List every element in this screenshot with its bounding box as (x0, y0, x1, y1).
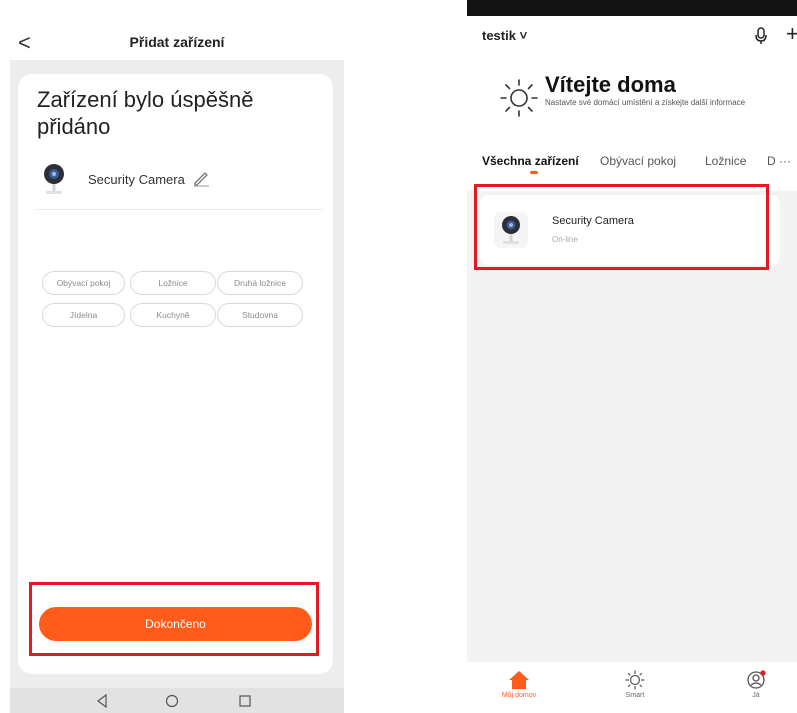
success-message: Zařízení bylo úspěšně přidáno (37, 87, 254, 139)
smart-icon (625, 670, 645, 690)
nav-label: Můj domov (501, 692, 537, 699)
bottom-navigation: Můj domov Smart Já (467, 662, 797, 713)
nav-recent-icon[interactable] (238, 694, 252, 708)
home-icon (509, 671, 529, 689)
sun-icon (500, 79, 538, 117)
profile-icon (747, 670, 766, 689)
plus-icon[interactable]: + (786, 23, 797, 45)
room-chip-living-room[interactable]: Obývací pokoj (42, 271, 125, 295)
room-chip-dining-room[interactable]: Jídelna (42, 303, 125, 327)
home-screen: testik ˅ + Vítejte doma Nastavte své dom… (467, 0, 797, 713)
nav-label: Smart (625, 692, 645, 699)
nav-back-icon[interactable] (95, 694, 109, 708)
camera-icon (44, 164, 64, 194)
nav-me[interactable]: Já (726, 670, 786, 699)
highlight-box (29, 582, 319, 656)
welcome-subtitle[interactable]: Nastavte své domácí umístění a získejte … (545, 98, 785, 108)
device-name: Security Camera (88, 172, 185, 187)
divider (36, 209, 322, 210)
tab-more[interactable]: D ··· (767, 154, 791, 168)
nav-home-icon[interactable] (165, 694, 179, 708)
room-chip-kitchen[interactable]: Kuchyně (130, 303, 216, 327)
status-bar (467, 0, 797, 16)
nav-smart[interactable]: Smart (605, 670, 665, 699)
active-tab-indicator (530, 171, 538, 174)
top-app-bar: < Přidat zařízení (10, 28, 344, 60)
screen-title: Přidat zařízení (129, 34, 225, 50)
tab-bedroom[interactable]: Ložnice (705, 154, 746, 168)
room-chip-second-bedroom[interactable]: Druhá ložnice (217, 271, 303, 295)
nav-my-home[interactable]: Můj domov (489, 670, 549, 699)
home-selector[interactable]: testik ˅ (482, 28, 527, 43)
highlight-box (474, 184, 769, 270)
android-nav-bar (10, 688, 344, 713)
nav-label: Já (752, 692, 760, 699)
room-chip-bedroom[interactable]: Ložnice (130, 271, 216, 295)
tab-all-devices[interactable]: Všechna zařízení (482, 154, 579, 168)
tab-living-room[interactable]: Obývací pokoj (600, 154, 676, 168)
room-chip-study[interactable]: Studovna (217, 303, 303, 327)
pencil-icon[interactable] (192, 169, 210, 187)
welcome-title: Vítejte doma (545, 72, 676, 97)
microphone-icon[interactable] (754, 27, 768, 45)
add-device-screen: < Přidat zařízení Zařízení bylo úspěšně … (10, 28, 344, 713)
